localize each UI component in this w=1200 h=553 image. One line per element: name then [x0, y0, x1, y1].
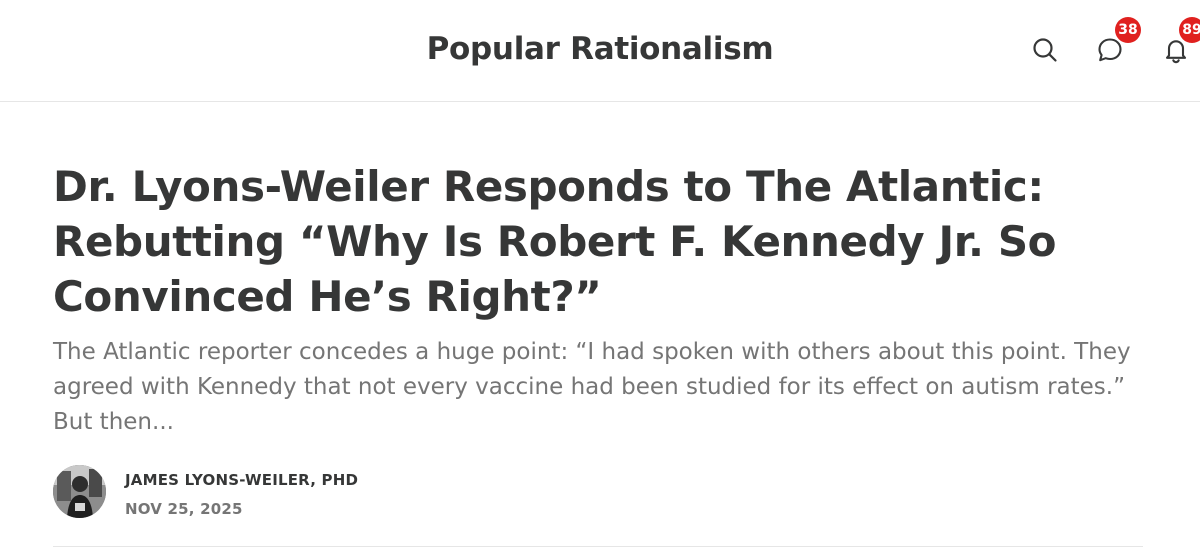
post-subtitle: The Atlantic reporter concedes a huge po…: [53, 339, 1131, 435]
author-avatar[interactable]: [53, 465, 106, 518]
chat-count-badge: 38: [1115, 17, 1141, 43]
post-title: Dr. Lyons-Weiler Responds to The Atlanti…: [53, 162, 1057, 321]
search-icon: [1032, 37, 1058, 63]
notifications-count-badge: 89: [1179, 17, 1200, 43]
byline-divider: [53, 546, 1143, 547]
publication-title[interactable]: Popular Rationalism: [0, 29, 1200, 69]
notifications-button[interactable]: 89: [1158, 17, 1200, 68]
post-date: NOV 25, 2025: [125, 500, 243, 518]
top-navigation-bar: Popular Rationalism 38 89: [0, 0, 1200, 102]
search-button[interactable]: [1027, 32, 1063, 68]
chat-button[interactable]: 38: [1092, 17, 1141, 68]
author-name[interactable]: JAMES LYONS-WEILER, PHD: [125, 471, 358, 489]
